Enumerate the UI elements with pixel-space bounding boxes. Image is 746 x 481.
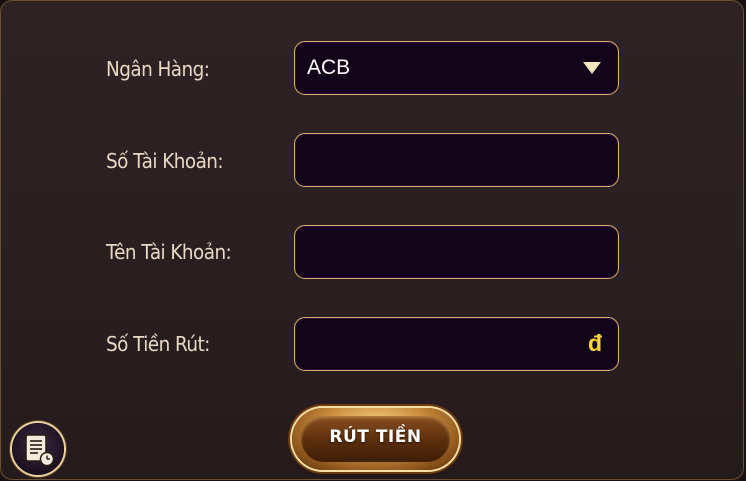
account-name-label: Tên Tài Khoản:: [106, 240, 232, 264]
withdraw-button[interactable]: RÚT TIỀN: [292, 408, 459, 470]
bank-selected-value: ACB: [307, 56, 351, 79]
amount-label: Số Tiền Rút:: [106, 332, 210, 356]
history-document-icon: [25, 434, 55, 467]
amount-field[interactable]: đ: [294, 317, 619, 371]
chevron-down-icon: [583, 62, 601, 74]
history-button[interactable]: [12, 423, 64, 475]
withdraw-button-label: RÚT TIỀN: [329, 427, 422, 447]
account-name-field[interactable]: [294, 225, 619, 279]
account-number-label: Số Tài Khoản:: [106, 149, 224, 173]
currency-symbol: đ: [587, 330, 602, 356]
withdraw-panel: Ngân Hàng: ACB Số Tài Khoản: Tên Tài Kho…: [0, 0, 744, 480]
account-number-field[interactable]: [294, 133, 619, 187]
bank-label: Ngân Hàng:: [106, 57, 210, 81]
bank-select[interactable]: ACB: [294, 41, 619, 95]
